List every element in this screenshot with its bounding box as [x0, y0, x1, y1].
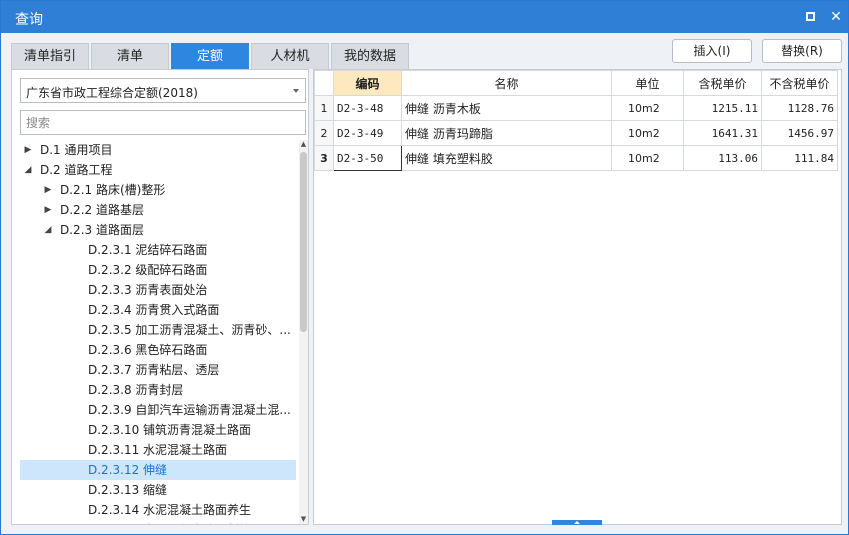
cell-price-tax[interactable]: 113.06 [683, 145, 762, 171]
tree-node-label: D.2.3.12 伸缝 [88, 463, 168, 477]
header-unit[interactable]: 单位 [611, 70, 684, 96]
tree-node[interactable]: D.2.3.7 沥青粘层、透层 [20, 360, 296, 380]
tree-node[interactable]: D.2.3.9 自卸汽车运输沥青混凝土混... [20, 400, 296, 420]
tree-node[interactable]: D.2.3.1 泥结碎石路面 [20, 240, 296, 260]
expanded-arrow-icon[interactable]: ◢ [42, 220, 54, 240]
header-code[interactable]: 编码 [333, 70, 402, 96]
query-window: 查询 ✕ 清单指引 清单 定额 人材机 我的数据 插入(I) 替换(R) 广东省… [0, 0, 849, 535]
expanded-arrow-icon[interactable]: ◢ [22, 160, 34, 180]
cell-unit[interactable]: 10m2 [611, 145, 684, 171]
replace-button[interactable]: 替换(R) [762, 39, 842, 63]
tree-node-label: D.2.3.13 缩缝 [88, 483, 168, 497]
cell-name[interactable]: 伸缝 沥青玛蹄脂 [401, 120, 612, 146]
tree-node-label: D.2.1 路床(槽)整形 [60, 183, 166, 197]
tree-node[interactable]: D.2.3.3 沥青表面处治 [20, 280, 296, 300]
header-name[interactable]: 名称 [401, 70, 612, 96]
tab-labor-material-machine[interactable]: 人材机 [251, 43, 329, 69]
tab-quota[interactable]: 定额 [171, 43, 249, 69]
collapsed-arrow-icon[interactable]: ▶ [42, 180, 54, 200]
insert-button[interactable]: 插入(I) [672, 39, 752, 63]
scroll-up-icon[interactable]: ▲ [299, 140, 308, 149]
tree-node-label: D.2.3.5 加工沥青混凝土、沥青砂、... [88, 323, 291, 337]
tree-node[interactable]: ▶ D.2.1 路床(槽)整形 [20, 180, 296, 200]
scrollbar-thumb[interactable] [300, 152, 307, 332]
tab-my-data[interactable]: 我的数据 [331, 43, 409, 69]
row-index[interactable]: 1 [314, 95, 334, 121]
scroll-down-icon[interactable]: ▼ [299, 515, 308, 524]
tree-node-label: D.2.3.2 级配碎石路面 [88, 263, 208, 277]
tree-node[interactable]: ▶ D.2.2 道路基层 [20, 200, 296, 220]
header-price-tax[interactable]: 含税单价 [683, 70, 762, 96]
table-row[interactable]: 2 D2-3-49 伸缝 沥青玛蹄脂 10m2 1641.31 1456.97 [314, 120, 838, 146]
tree-node-label: D.2.3.1 泥结碎石路面 [88, 243, 208, 257]
close-icon[interactable]: ✕ [827, 8, 845, 26]
collapsed-arrow-icon[interactable]: ▶ [22, 140, 34, 160]
tree-node-label: D.2.3.4 沥青贯入式路面 [88, 303, 220, 317]
chevron-down-icon [293, 89, 299, 93]
tree-node-label: D.2.3.3 沥青表面处治 [88, 283, 208, 297]
cell-name[interactable]: 伸缝 沥青木板 [401, 95, 612, 121]
window-title: 查询 [15, 12, 43, 28]
cell-price-notax[interactable]: 1456.97 [761, 120, 838, 146]
tree-node-label: D.2.3.10 铺筑沥青混凝土路面 [88, 423, 252, 437]
collapsed-arrow-icon[interactable]: ▶ [42, 200, 54, 220]
tree-node-label: D.2.3.6 黑色碎石路面 [88, 343, 208, 357]
tree-node-label: D.1 通用项目 [40, 143, 113, 157]
header-index [314, 70, 334, 96]
tree-scrollbar[interactable]: ▲ ▼ [299, 140, 308, 524]
tree-node[interactable]: D.2.3.11 水泥混凝土路面 [20, 440, 296, 460]
tree-node-label: D.2.3.7 沥青粘层、透层 [88, 363, 220, 377]
tree-node[interactable]: D.2.3.15 水泥混凝土路面刻纹 [20, 520, 296, 524]
tree-node-label: D.2.3.9 自卸汽车运输沥青混凝土混... [88, 403, 291, 417]
tree-node[interactable]: D.2.3.12 伸缝 [20, 460, 296, 480]
tree-node[interactable]: ◢ D.2 道路工程 [20, 160, 296, 180]
tree-node[interactable]: D.2.3.10 铺筑沥青混凝土路面 [20, 420, 296, 440]
library-select[interactable]: 广东省市政工程综合定额(2018) [20, 78, 306, 103]
tree-node-label: D.2.3 道路面层 [60, 223, 144, 237]
header-price-notax[interactable]: 不含税单价 [761, 70, 838, 96]
cell-name[interactable]: 伸缝 填充塑料胶 [401, 145, 612, 171]
tree-node[interactable]: D.2.3.13 缩缝 [20, 480, 296, 500]
tree-node-label: D.2.3.8 沥青封层 [88, 383, 184, 397]
tab-list[interactable]: 清单 [91, 43, 169, 69]
title-bar[interactable]: 查询 ✕ [1, 1, 848, 33]
cell-code[interactable]: D2-3-50 [333, 145, 402, 171]
cell-unit[interactable]: 10m2 [611, 95, 684, 121]
tree-node[interactable]: ◢ D.2.3 道路面层 [20, 220, 296, 240]
tree-node[interactable]: D.2.3.5 加工沥青混凝土、沥青砂、... [20, 320, 296, 340]
table-header-row: 编码 名称 单位 含税单价 不含税单价 [314, 70, 838, 96]
tree-node[interactable]: D.2.3.6 黑色碎石路面 [20, 340, 296, 360]
panel-splitter-handle[interactable] [552, 520, 602, 525]
cell-unit[interactable]: 10m2 [611, 120, 684, 146]
cell-price-tax[interactable]: 1641.31 [683, 120, 762, 146]
tree-node[interactable]: ▶ D.1 通用项目 [20, 140, 296, 160]
row-index[interactable]: 3 [314, 145, 334, 171]
quota-tree: ▶ D.1 通用项目 ◢ D.2 道路工程 ▶ D.2.1 路床(槽)整形 ▶ D.2.2 道… [20, 140, 296, 524]
quota-table: 编码 名称 单位 含税单价 不含税单价 1 D2-3-48 伸缝 沥青木板 10m2 1… [314, 70, 838, 171]
tree-node[interactable]: D.2.3.2 级配碎石路面 [20, 260, 296, 280]
table-row[interactable]: 1 D2-3-48 伸缝 沥青木板 10m2 1215.11 1128.76 [314, 95, 838, 121]
tree-node-label: D.2.3.15 水泥混凝土路面刻纹 [88, 520, 251, 524]
table-row[interactable]: 3 D2-3-50 伸缝 填充塑料胶 10m2 113.06 111.84 [314, 145, 838, 171]
tree-node-label: D.2.2 道路基层 [60, 203, 144, 217]
right-pane: 编码 名称 单位 含税单价 不含税单价 1 D2-3-48 伸缝 沥青木板 10m2 1… [313, 69, 842, 525]
tree-node-label: D.2.3.11 水泥混凝土路面 [88, 443, 228, 457]
library-select-value: 广东省市政工程综合定额(2018) [26, 86, 198, 100]
tree-node[interactable]: D.2.3.8 沥青封层 [20, 380, 296, 400]
tree-node-label: D.2.3.14 水泥混凝土路面养生 [88, 503, 252, 517]
tree-node-label: D.2 道路工程 [40, 163, 113, 177]
chevron-up-icon [574, 521, 580, 524]
row-index[interactable]: 2 [314, 120, 334, 146]
tab-list-guide[interactable]: 清单指引 [11, 43, 89, 69]
left-pane: 广东省市政工程综合定额(2018) ▶ D.1 通用项目 ◢ D.2 道路工程 ▶ D.2… [11, 69, 309, 525]
cell-price-notax[interactable]: 111.84 [761, 145, 838, 171]
cell-price-tax[interactable]: 1215.11 [683, 95, 762, 121]
cell-price-notax[interactable]: 1128.76 [761, 95, 838, 121]
maximize-icon[interactable] [801, 8, 819, 26]
tree-node[interactable]: D.2.3.4 沥青贯入式路面 [20, 300, 296, 320]
tree-node[interactable]: D.2.3.14 水泥混凝土路面养生 [20, 500, 296, 520]
search-input[interactable] [20, 110, 306, 135]
cell-code[interactable]: D2-3-48 [333, 95, 402, 121]
cell-code[interactable]: D2-3-49 [333, 120, 402, 146]
